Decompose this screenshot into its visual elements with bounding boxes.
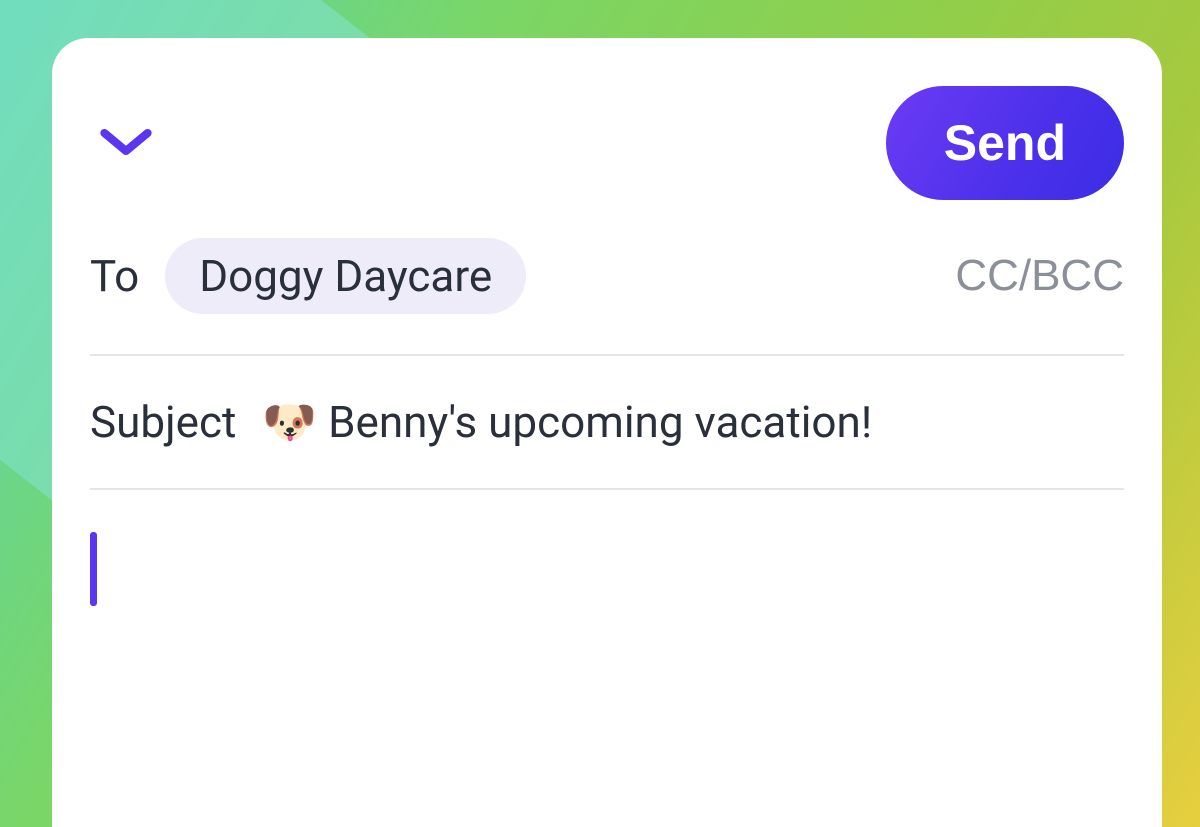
subject-input[interactable]: 🐶 Benny's upcoming vacation! xyxy=(262,396,872,448)
subject-label: Subject xyxy=(90,396,236,448)
send-button[interactable]: Send xyxy=(886,86,1124,200)
to-label: To xyxy=(90,250,139,302)
collapse-button[interactable] xyxy=(90,107,162,179)
text-cursor-caret xyxy=(90,532,97,606)
chevron-down-icon xyxy=(99,125,153,162)
to-field-row: To Doggy Daycare CC/BCC xyxy=(90,198,1124,356)
compose-card: Send To Doggy Daycare CC/BCC Subject 🐶 B… xyxy=(52,38,1162,827)
subject-field-row[interactable]: Subject 🐶 Benny's upcoming vacation! xyxy=(90,356,1124,490)
body-input[interactable] xyxy=(90,490,1124,606)
cc-bcc-button[interactable]: CC/BCC xyxy=(955,251,1124,301)
compose-header: Send xyxy=(90,88,1124,198)
recipient-chip[interactable]: Doggy Daycare xyxy=(165,238,526,314)
